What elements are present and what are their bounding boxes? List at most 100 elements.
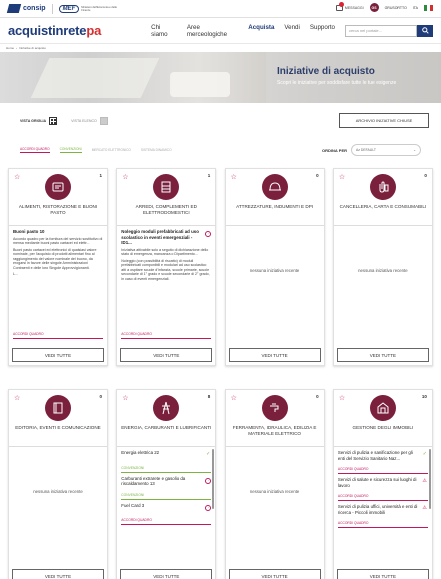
entry-tag: CONVENZIONI (121, 466, 212, 473)
category-card: ☆ 10 GESTIONE DEGLI IMMOBILI Servizi di … (332, 389, 433, 579)
cards-row: ☆ 1 ALIMENTI, RISTORAZIONE E BUONI PASTO… (8, 168, 433, 366)
order-value: Az DEFAULT (356, 148, 376, 152)
user-toolbar: MESSAGGI GS GRUSORTTO ITA (335, 1, 433, 12)
consip-logo[interactable]: consip (6, 4, 46, 13)
star-icon[interactable]: ☆ (122, 394, 128, 402)
empty-message: nessuna iniziativa recente (358, 268, 408, 273)
main-nav: acquistinretepa Chi siamo Aree merceolog… (0, 18, 441, 44)
building-icon (369, 395, 396, 421)
list-view-label: VISTA ELENCO (71, 119, 97, 123)
initiative-entry[interactable]: Servizi di salute e sicurezza sui luoghi… (334, 474, 432, 501)
see-all-button[interactable]: VEDI TUTTE (228, 569, 321, 579)
initiative-entry[interactable]: Servizi di pulizia e sanificazione per g… (334, 447, 432, 474)
filter-accordi-quadro[interactable]: ACCORDI QUADRO (20, 147, 50, 153)
grid-view-toggle[interactable]: VISTA GRIGLIA (20, 117, 58, 125)
alert-circle-icon: · (205, 477, 212, 484)
cards-row: ☆ 0 EDITORIA, EVENTI E COMUNICAZIONE nes… (8, 389, 433, 579)
category-card: ☆ 8 ENERGIA, CARBURANTI E LUBRIFICANTI E… (116, 389, 217, 579)
nav-acquista[interactable]: Acquista (248, 24, 274, 38)
food-icon (45, 174, 71, 200)
category-card: ☆ 0 EDITORIA, EVENTI E COMUNICAZIONE nes… (8, 389, 108, 579)
search-input[interactable]: cerca nel portale... (345, 24, 417, 37)
see-all-button[interactable]: VEDI TUTTE (120, 348, 213, 362)
star-icon[interactable]: ☆ (14, 173, 20, 181)
see-all-button[interactable]: VEDI TUTTE (228, 348, 321, 362)
view-bar: VISTA GRIGLIA VISTA ELENCO ARCHIVIO INIZ… (0, 103, 441, 139)
initiative-entry[interactable]: Servizi di pulizia uffici, università e … (334, 501, 432, 528)
alert-circle-icon: · (205, 504, 212, 511)
initiative-entry[interactable]: Noleggio moduli prefabbricati ad uso sco… (117, 226, 215, 281)
star-icon[interactable]: ☆ (231, 173, 237, 181)
card-body: Buoni pasto 10 Accordo quadro per la for… (9, 225, 107, 341)
entry-footer: ACCORDI QUADRO (117, 326, 215, 339)
category-card: ☆ 0 FERRAMENTA, IDRAULICA, EDILIZIA E MA… (224, 389, 325, 579)
initiative-entry[interactable]: Energia elettrica 22 ✓ CONVENZIONI (117, 447, 215, 473)
brand-suffix: pa (86, 23, 102, 38)
card-title: GESTIONE DEGLI IMMOBILI (352, 425, 414, 430)
initiative-entry[interactable]: Buoni pasto 10 Accordo quadro per la for… (9, 226, 107, 277)
category-card: ☆ 0 CANCELLERIA, CARTA E CONSUMABILI nes… (332, 168, 433, 366)
card-header: ☆ 10 GESTIONE DEGLI IMMOBILI (334, 390, 432, 446)
entry-title: Energia elettrica 22 (121, 450, 160, 455)
language-selector[interactable]: ITA (413, 6, 418, 10)
see-all-button[interactable]: VEDI TUTTE (336, 348, 429, 362)
search-button[interactable] (417, 24, 433, 37)
user-name[interactable]: GRUSORTTO (385, 6, 407, 10)
see-all-button[interactable]: VEDI TUTTE (12, 569, 104, 579)
card-count: 10 (421, 394, 427, 399)
nav-aree-merceologiche[interactable]: Aree merceologiche (187, 24, 238, 38)
entry-title: Carburanti extrarete e gasolio da riscal… (121, 475, 186, 487)
see-all-button[interactable]: VEDI TUTTE (120, 569, 213, 579)
tap-icon (261, 395, 288, 421)
italian-flag-icon (424, 4, 433, 11)
nav-supporto[interactable]: Supporto (310, 24, 335, 38)
entry-tag: ACCORDI QUADRO (337, 467, 428, 474)
card-title: CANCELLERIA, CARTA E CONSUMABILI (339, 204, 427, 209)
warning-icon: ⚠ (422, 478, 427, 484)
entry-tag: ACCORDI QUADRO (337, 494, 428, 501)
entry-tag: CONVENZIONI (121, 493, 212, 500)
card-body: Servizi di pulizia e sanificazione per g… (333, 446, 432, 562)
see-all-button[interactable]: VEDI TUTTE (12, 348, 104, 362)
consip-mark-icon (6, 4, 22, 13)
book-icon (45, 395, 71, 421)
initiative-entry[interactable]: Carburanti extrarete e gasolio da riscal… (117, 473, 215, 500)
star-icon[interactable]: ☆ (339, 394, 345, 402)
card-title: ARREDI, COMPLEMENTI ED ELETTRODOMESTICI (135, 204, 197, 215)
archive-button[interactable]: ARCHIVIO INIZIATIVE CHIUSE (339, 113, 429, 128)
card-count: 0 (316, 394, 319, 399)
search-icon (421, 27, 429, 34)
hero-banner: Iniziative di acquisto Scopri le iniziat… (0, 52, 441, 103)
initiative-entry[interactable]: Fuel Card 3 · ACCORDI QUADRO (117, 500, 215, 525)
entry-description: Accordo quadro per la fornitura del serv… (13, 236, 103, 246)
mail-icon (335, 1, 344, 11)
filter-sistema-dinamico[interactable]: SISTEMA DINAMICO (141, 148, 172, 153)
mef-logo[interactable]: MEF Ministero dell'Economia e delle Fina… (58, 4, 122, 13)
filter-convenzioni[interactable]: CONVENZIONI (59, 147, 82, 153)
order-label: ORDINA PER (322, 147, 347, 153)
avatar[interactable]: GS (369, 3, 379, 12)
entry-tag: ACCORDI QUADRO (13, 332, 103, 339)
brand-logo[interactable]: acquistinretepa (8, 23, 101, 38)
breadcrumb-home[interactable]: Home (6, 46, 14, 50)
card-count: 0 (99, 394, 102, 399)
star-icon[interactable]: ☆ (231, 394, 237, 402)
star-icon[interactable]: ☆ (122, 173, 128, 181)
list-view-toggle[interactable]: VISTA ELENCO (71, 117, 108, 125)
messages-link[interactable]: MESSAGGI (335, 1, 364, 11)
star-icon[interactable]: ☆ (339, 173, 345, 181)
nav-vendi[interactable]: Vendi (284, 24, 299, 38)
star-icon[interactable]: ☆ (14, 394, 20, 402)
category-card: ☆ 1 ALIMENTI, RISTORAZIONE E BUONI PASTO… (8, 168, 108, 366)
entry-more: L... (13, 272, 18, 276)
card-header: ☆ 1 ARREDI, COMPLEMENTI ED ELETTRODOMEST… (117, 169, 215, 225)
order-select[interactable]: Az DEFAULT ⌄ (351, 144, 421, 156)
furniture-icon (153, 174, 180, 200)
entry-tag: ACCORDI QUADRO (121, 518, 212, 525)
see-all-button[interactable]: VEDI TUTTE (336, 569, 429, 579)
card-body: nessuna iniziativa recente (333, 225, 432, 341)
list-icon (99, 117, 108, 125)
filter-mercato-elettronico[interactable]: MERCATO ELETTRONICO (92, 148, 131, 153)
nav-chi-siamo[interactable]: Chi siamo (151, 24, 177, 38)
card-count: 8 (207, 394, 211, 399)
